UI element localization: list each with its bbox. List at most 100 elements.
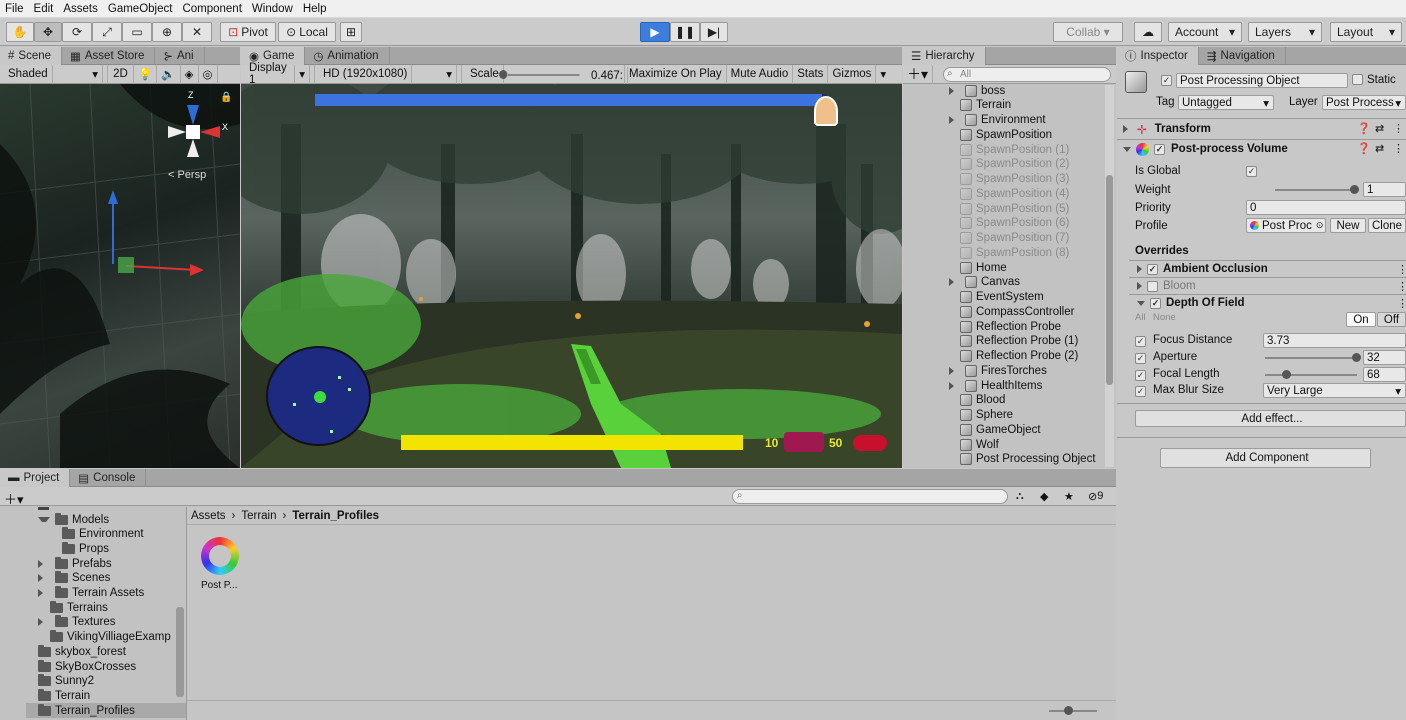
cloud-icon[interactable]: ☁ xyxy=(1134,22,1162,42)
hierarchy-item[interactable]: Home xyxy=(949,260,1007,275)
settings-icon[interactable]: ⇄ xyxy=(1375,142,1384,155)
account-dropdown[interactable]: Account ▾ xyxy=(1168,22,1242,42)
collab-button[interactable]: Collab ▾ xyxy=(1053,22,1123,42)
filter-label-icon[interactable]: ◆ xyxy=(1040,490,1048,503)
zoom-slider-knob[interactable] xyxy=(1064,706,1073,715)
more-options-icon[interactable]: ⋮ xyxy=(1393,142,1404,155)
hierarchy-item[interactable]: Reflection Probe (2) xyxy=(949,349,1078,364)
hierarchy-item[interactable]: SpawnPosition (5) xyxy=(949,201,1069,216)
hierarchy-scroll-thumb[interactable] xyxy=(1106,175,1113,385)
breadcrumb-terrain[interactable]: Terrain xyxy=(241,510,276,522)
project-tree-item[interactable]: SkyBoxCrosses xyxy=(26,659,136,674)
focal-length-field[interactable]: 68 xyxy=(1363,367,1406,382)
create-plus-icon[interactable]: ＋▾ xyxy=(903,64,934,84)
hierarchy-item[interactable]: Reflection Probe (1) xyxy=(949,334,1078,349)
hierarchy-item[interactable]: SpawnPosition (4) xyxy=(949,186,1069,201)
weight-slider-track[interactable] xyxy=(1275,189,1355,191)
project-tree-item[interactable]: skybox_forest xyxy=(26,644,126,659)
hierarchy-item[interactable]: SpawnPosition xyxy=(949,127,1052,142)
ambient-occlusion-checkbox[interactable]: ✓ xyxy=(1147,263,1158,275)
focal-length-slider-knob[interactable] xyxy=(1282,370,1292,379)
mute-audio-toggle[interactable]: Mute Audio xyxy=(727,64,794,84)
object-picker-icon[interactable]: ⊙ xyxy=(1316,220,1324,231)
hierarchy-item[interactable]: FiresTorches xyxy=(949,363,1047,378)
project-tree-item[interactable]: VikingVilliageExamp xyxy=(38,630,171,645)
mode-2d-button[interactable]: 2D xyxy=(108,64,134,84)
more-options-icon[interactable]: ⋮ xyxy=(1397,263,1406,276)
persp-label[interactable]: < Persp xyxy=(168,169,206,181)
weight-field[interactable]: 1 xyxy=(1363,182,1406,197)
focus-distance-field[interactable]: 3.73 xyxy=(1263,333,1406,348)
max-blur-checkbox[interactable]: ✓ xyxy=(1135,385,1146,397)
depth-of-field-header[interactable]: ✓ Depth Of Field xyxy=(1117,294,1406,312)
hand-tool-icon[interactable]: ✋ xyxy=(6,22,34,42)
menu-window[interactable]: Window xyxy=(247,3,298,15)
post-process-profile-asset-icon[interactable] xyxy=(201,537,239,575)
menu-help[interactable]: Help xyxy=(298,3,332,15)
static-checkbox[interactable] xyxy=(1352,74,1363,88)
resolution-dropdown[interactable]: HD (1920x1080) ▾ xyxy=(315,64,462,84)
new-profile-button[interactable]: New xyxy=(1330,218,1366,233)
more-options-icon[interactable]: ⋮ xyxy=(1397,297,1406,310)
hierarchy-item[interactable]: Canvas xyxy=(949,275,1020,290)
ambient-occlusion-header[interactable]: ✓ Ambient Occlusion xyxy=(1117,260,1406,278)
hierarchy-item[interactable]: EventSystem xyxy=(949,290,1044,305)
chevron-right-icon[interactable] xyxy=(949,278,960,287)
gizmos-dropdown[interactable]: Gizmos xyxy=(828,64,877,84)
menu-component[interactable]: Component xyxy=(177,3,246,15)
rect-tool-icon[interactable]: ▭ xyxy=(122,22,152,42)
help-icon[interactable]: ❓ xyxy=(1357,122,1371,135)
hierarchy-item[interactable]: SpawnPosition (7) xyxy=(949,231,1069,246)
project-tree-item[interactable]: Environment xyxy=(50,527,144,542)
object-name-field[interactable]: Post Processing Object xyxy=(1176,73,1348,88)
custom-tool-icon[interactable]: ✕ xyxy=(182,22,212,42)
more-options-icon[interactable]: ⋮ xyxy=(1397,280,1406,293)
all-toggle[interactable]: All xyxy=(1135,312,1146,323)
chevron-down-icon[interactable] xyxy=(38,517,50,522)
chevron-down-icon[interactable]: ▾ xyxy=(876,65,890,84)
aperture-slider-knob[interactable] xyxy=(1352,353,1361,362)
tab-animator[interactable]: ⊱ Ani xyxy=(155,47,205,65)
hierarchy-item[interactable]: Reflection Probe xyxy=(949,319,1061,334)
project-search-input[interactable] xyxy=(732,489,1008,504)
bloom-checkbox[interactable] xyxy=(1147,280,1158,292)
menu-edit[interactable]: Edit xyxy=(29,3,59,15)
more-options-icon[interactable]: ⋮ xyxy=(1393,122,1404,135)
tag-dropdown[interactable]: Untagged ▾ xyxy=(1178,95,1274,110)
is-global-checkbox[interactable]: ✓ xyxy=(1246,165,1257,177)
hierarchy-item[interactable]: boss xyxy=(949,83,1005,98)
tab-animation[interactable]: ◷ Animation xyxy=(305,47,390,65)
pause-button[interactable]: ❚❚ xyxy=(670,22,700,42)
hierarchy-item[interactable]: HealthItems xyxy=(949,378,1042,393)
transform-tool-icon[interactable]: ⊕ xyxy=(152,22,182,42)
chevron-right-icon[interactable] xyxy=(949,86,960,95)
scale-slider-knob[interactable] xyxy=(499,69,508,79)
hierarchy-item[interactable]: CompassController xyxy=(949,304,1074,319)
game-viewport[interactable]: 10 50 xyxy=(241,84,902,468)
favorite-star-icon[interactable]: ★ xyxy=(1064,490,1074,503)
pivot-button[interactable]: ⊡ Pivot xyxy=(220,22,276,42)
project-tree-item[interactable]: Terrain xyxy=(26,688,90,703)
hierarchy-item[interactable]: SpawnPosition (3) xyxy=(949,172,1069,187)
tab-scene[interactable]: # Scene xyxy=(0,47,63,65)
hierarchy-scrollbar[interactable] xyxy=(1105,85,1114,467)
menu-assets[interactable]: Assets xyxy=(58,3,103,15)
rotate-tool-icon[interactable]: ⟳ xyxy=(62,22,92,42)
local-button[interactable]: ⊙ Local xyxy=(278,22,336,42)
aperture-checkbox[interactable]: ✓ xyxy=(1135,352,1146,364)
clone-profile-button[interactable]: Clone xyxy=(1368,218,1406,233)
hierarchy-item[interactable]: Environment xyxy=(949,113,1046,128)
snap-icon[interactable]: ⊞ xyxy=(340,22,362,42)
asset-label[interactable]: Post P... xyxy=(201,580,238,591)
hierarchy-item[interactable]: Post Processing Object xyxy=(949,452,1096,467)
depth-of-field-checkbox[interactable]: ✓ xyxy=(1150,297,1161,309)
tab-asset-store[interactable]: ▦ Asset Store xyxy=(62,47,156,65)
project-tree-item[interactable]: Sunny2 xyxy=(26,674,94,689)
tab-navigation[interactable]: ⇶ Navigation xyxy=(1199,47,1286,65)
menu-gameobject[interactable]: GameObject xyxy=(103,3,178,15)
hierarchy-search-input[interactable]: All xyxy=(943,67,1111,82)
project-tree-item[interactable]: Props xyxy=(50,541,109,556)
chevron-right-icon[interactable] xyxy=(38,559,50,568)
chevron-right-icon[interactable] xyxy=(949,381,960,390)
display-dropdown[interactable]: Display 1 ▾ xyxy=(241,62,315,86)
